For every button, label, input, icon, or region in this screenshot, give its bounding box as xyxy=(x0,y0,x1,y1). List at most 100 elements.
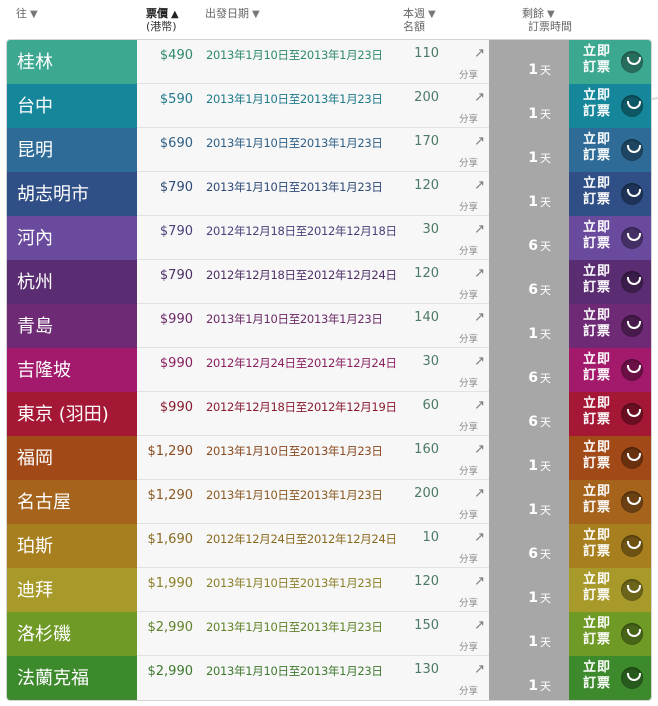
book-now-button[interactable]: 立即訂票 xyxy=(569,216,651,260)
book-now-button[interactable]: 立即訂票 xyxy=(569,84,651,128)
sort-up-icon: ▲ xyxy=(171,9,179,20)
remaining-time-cell: 1天 xyxy=(489,84,569,128)
book-now-button[interactable]: 立即訂票 xyxy=(569,172,651,216)
remaining-days: 1 xyxy=(528,590,538,606)
smile-icon xyxy=(621,535,643,557)
remaining-time-cell: 6天 xyxy=(489,260,569,304)
share-arrow-icon: ↗ xyxy=(474,310,485,325)
destination-cell[interactable]: 珀斯 xyxy=(7,524,137,568)
destination-cell[interactable]: 洛杉磯 xyxy=(7,612,137,656)
share-label: 分享 xyxy=(459,290,479,301)
quota-cell: 10 xyxy=(422,530,439,545)
book-now-button[interactable]: 立即訂票 xyxy=(569,436,651,480)
destination-cell[interactable]: 東京 (羽田) xyxy=(7,392,137,436)
price-cell: $590 xyxy=(159,92,193,107)
destination-cell[interactable]: 河內 xyxy=(7,216,137,260)
destination-cell[interactable]: 杭州 xyxy=(7,260,137,304)
smile-icon xyxy=(621,623,643,645)
remaining-time-cell: 1天 xyxy=(489,40,569,84)
table-row: 東京 (羽田) $990 2012年12月18日至2012年12月19日 60 … xyxy=(7,392,651,436)
destination-cell[interactable]: 昆明 xyxy=(7,128,137,172)
share-label: 分享 xyxy=(459,554,479,565)
share-button[interactable]: ↗ 分享 xyxy=(451,484,487,522)
destination-cell[interactable]: 台中 xyxy=(7,84,137,128)
price-cell: $1,290 xyxy=(147,444,194,459)
destination-cell[interactable]: 法蘭克福 xyxy=(7,656,137,700)
sort-down-icon: ▼ xyxy=(547,9,555,20)
book-now-label: 立即訂票 xyxy=(583,616,612,647)
share-label: 分享 xyxy=(459,686,479,697)
share-button[interactable]: ↗ 分享 xyxy=(451,176,487,214)
table-row: 名古屋 $1,290 2013年1月10日至2013年1月23日 200 ↗ 分… xyxy=(7,480,651,524)
share-button[interactable]: ↗ 分享 xyxy=(451,352,487,390)
share-button[interactable]: ↗ 分享 xyxy=(451,616,487,654)
remaining-days: 1 xyxy=(528,194,538,210)
share-label: 分享 xyxy=(459,466,479,477)
book-now-button[interactable]: 立即訂票 xyxy=(569,128,651,172)
smile-icon xyxy=(621,271,643,293)
share-button[interactable]: ↗ 分享 xyxy=(451,660,487,698)
date-cell: 2013年1月10日至2013年1月23日 xyxy=(206,664,383,678)
remaining-time-cell: 1天 xyxy=(489,568,569,612)
share-button[interactable]: ↗ 分享 xyxy=(451,44,487,82)
destination-cell[interactable]: 桂林 xyxy=(7,40,137,84)
book-now-label: 立即訂票 xyxy=(583,220,612,251)
price-cell: $490 xyxy=(159,48,193,63)
day-unit: 天 xyxy=(540,504,551,517)
book-now-button[interactable]: 立即訂票 xyxy=(569,480,651,524)
destination-cell[interactable]: 福岡 xyxy=(7,436,137,480)
quota-cell: 200 xyxy=(414,486,439,501)
share-arrow-icon: ↗ xyxy=(474,574,485,589)
header-quota[interactable]: 本週 ▼ 名額 xyxy=(403,8,436,33)
day-unit: 天 xyxy=(540,240,551,253)
destination-cell[interactable]: 青島 xyxy=(7,304,137,348)
share-arrow-icon: ↗ xyxy=(474,222,485,237)
book-now-button[interactable]: 立即訂票 xyxy=(569,304,651,348)
remaining-time-cell: 1天 xyxy=(489,172,569,216)
share-button[interactable]: ↗ 分享 xyxy=(451,440,487,478)
header-remaining[interactable]: 剩餘 ▼ 訂票時間 xyxy=(522,8,572,33)
book-now-button[interactable]: 立即訂票 xyxy=(569,568,651,612)
remaining-time-cell: 1天 xyxy=(489,128,569,172)
date-cell: 2013年1月10日至2013年1月23日 xyxy=(206,180,383,194)
book-now-button[interactable]: 立即訂票 xyxy=(569,656,651,700)
share-button[interactable]: ↗ 分享 xyxy=(451,572,487,610)
header-date[interactable]: 出發日期 ▼ xyxy=(205,8,260,21)
remaining-days: 6 xyxy=(528,282,538,298)
destination-cell[interactable]: 迪拜 xyxy=(7,568,137,612)
book-now-button[interactable]: 立即訂票 xyxy=(569,40,651,84)
header-price[interactable]: 票價 ▲ (港幣) xyxy=(146,8,179,33)
book-now-button[interactable]: 立即訂票 xyxy=(569,348,651,392)
share-button[interactable]: ↗ 分享 xyxy=(451,132,487,170)
price-cell: $1,690 xyxy=(147,532,194,547)
day-unit: 天 xyxy=(540,152,551,165)
smile-icon xyxy=(621,183,643,205)
remaining-time-cell: 1天 xyxy=(489,656,569,700)
share-arrow-icon: ↗ xyxy=(474,398,485,413)
share-button[interactable]: ↗ 分享 xyxy=(451,308,487,346)
destination-cell[interactable]: 名古屋 xyxy=(7,480,137,524)
price-cell: $790 xyxy=(159,224,193,239)
quota-cell: 60 xyxy=(422,398,439,413)
remaining-days: 1 xyxy=(528,62,538,78)
share-button[interactable]: ↗ 分享 xyxy=(451,528,487,566)
share-button[interactable]: ↗ 分享 xyxy=(451,264,487,302)
remaining-days: 1 xyxy=(528,678,538,694)
book-now-label: 立即訂票 xyxy=(583,44,612,75)
share-arrow-icon: ↗ xyxy=(474,90,485,105)
header-destination[interactable]: 往 ▼ xyxy=(16,8,38,21)
share-button[interactable]: ↗ 分享 xyxy=(451,88,487,126)
destination-cell[interactable]: 胡志明市 xyxy=(7,172,137,216)
share-button[interactable]: ↗ 分享 xyxy=(451,396,487,434)
destination-cell[interactable]: 吉隆坡 xyxy=(7,348,137,392)
share-label: 分享 xyxy=(459,422,479,433)
date-cell: 2013年1月10日至2013年1月23日 xyxy=(206,136,383,150)
date-cell: 2012年12月18日至2012年12月18日 xyxy=(206,224,397,238)
book-now-button[interactable]: 立即訂票 xyxy=(569,524,651,568)
share-button[interactable]: ↗ 分享 xyxy=(451,220,487,258)
date-cell: 2013年1月10日至2013年1月23日 xyxy=(206,576,383,590)
book-now-button[interactable]: 立即訂票 xyxy=(569,260,651,304)
remaining-time-cell: 1天 xyxy=(489,436,569,480)
book-now-button[interactable]: 立即訂票 xyxy=(569,612,651,656)
book-now-button[interactable]: 立即訂票 xyxy=(569,392,651,436)
